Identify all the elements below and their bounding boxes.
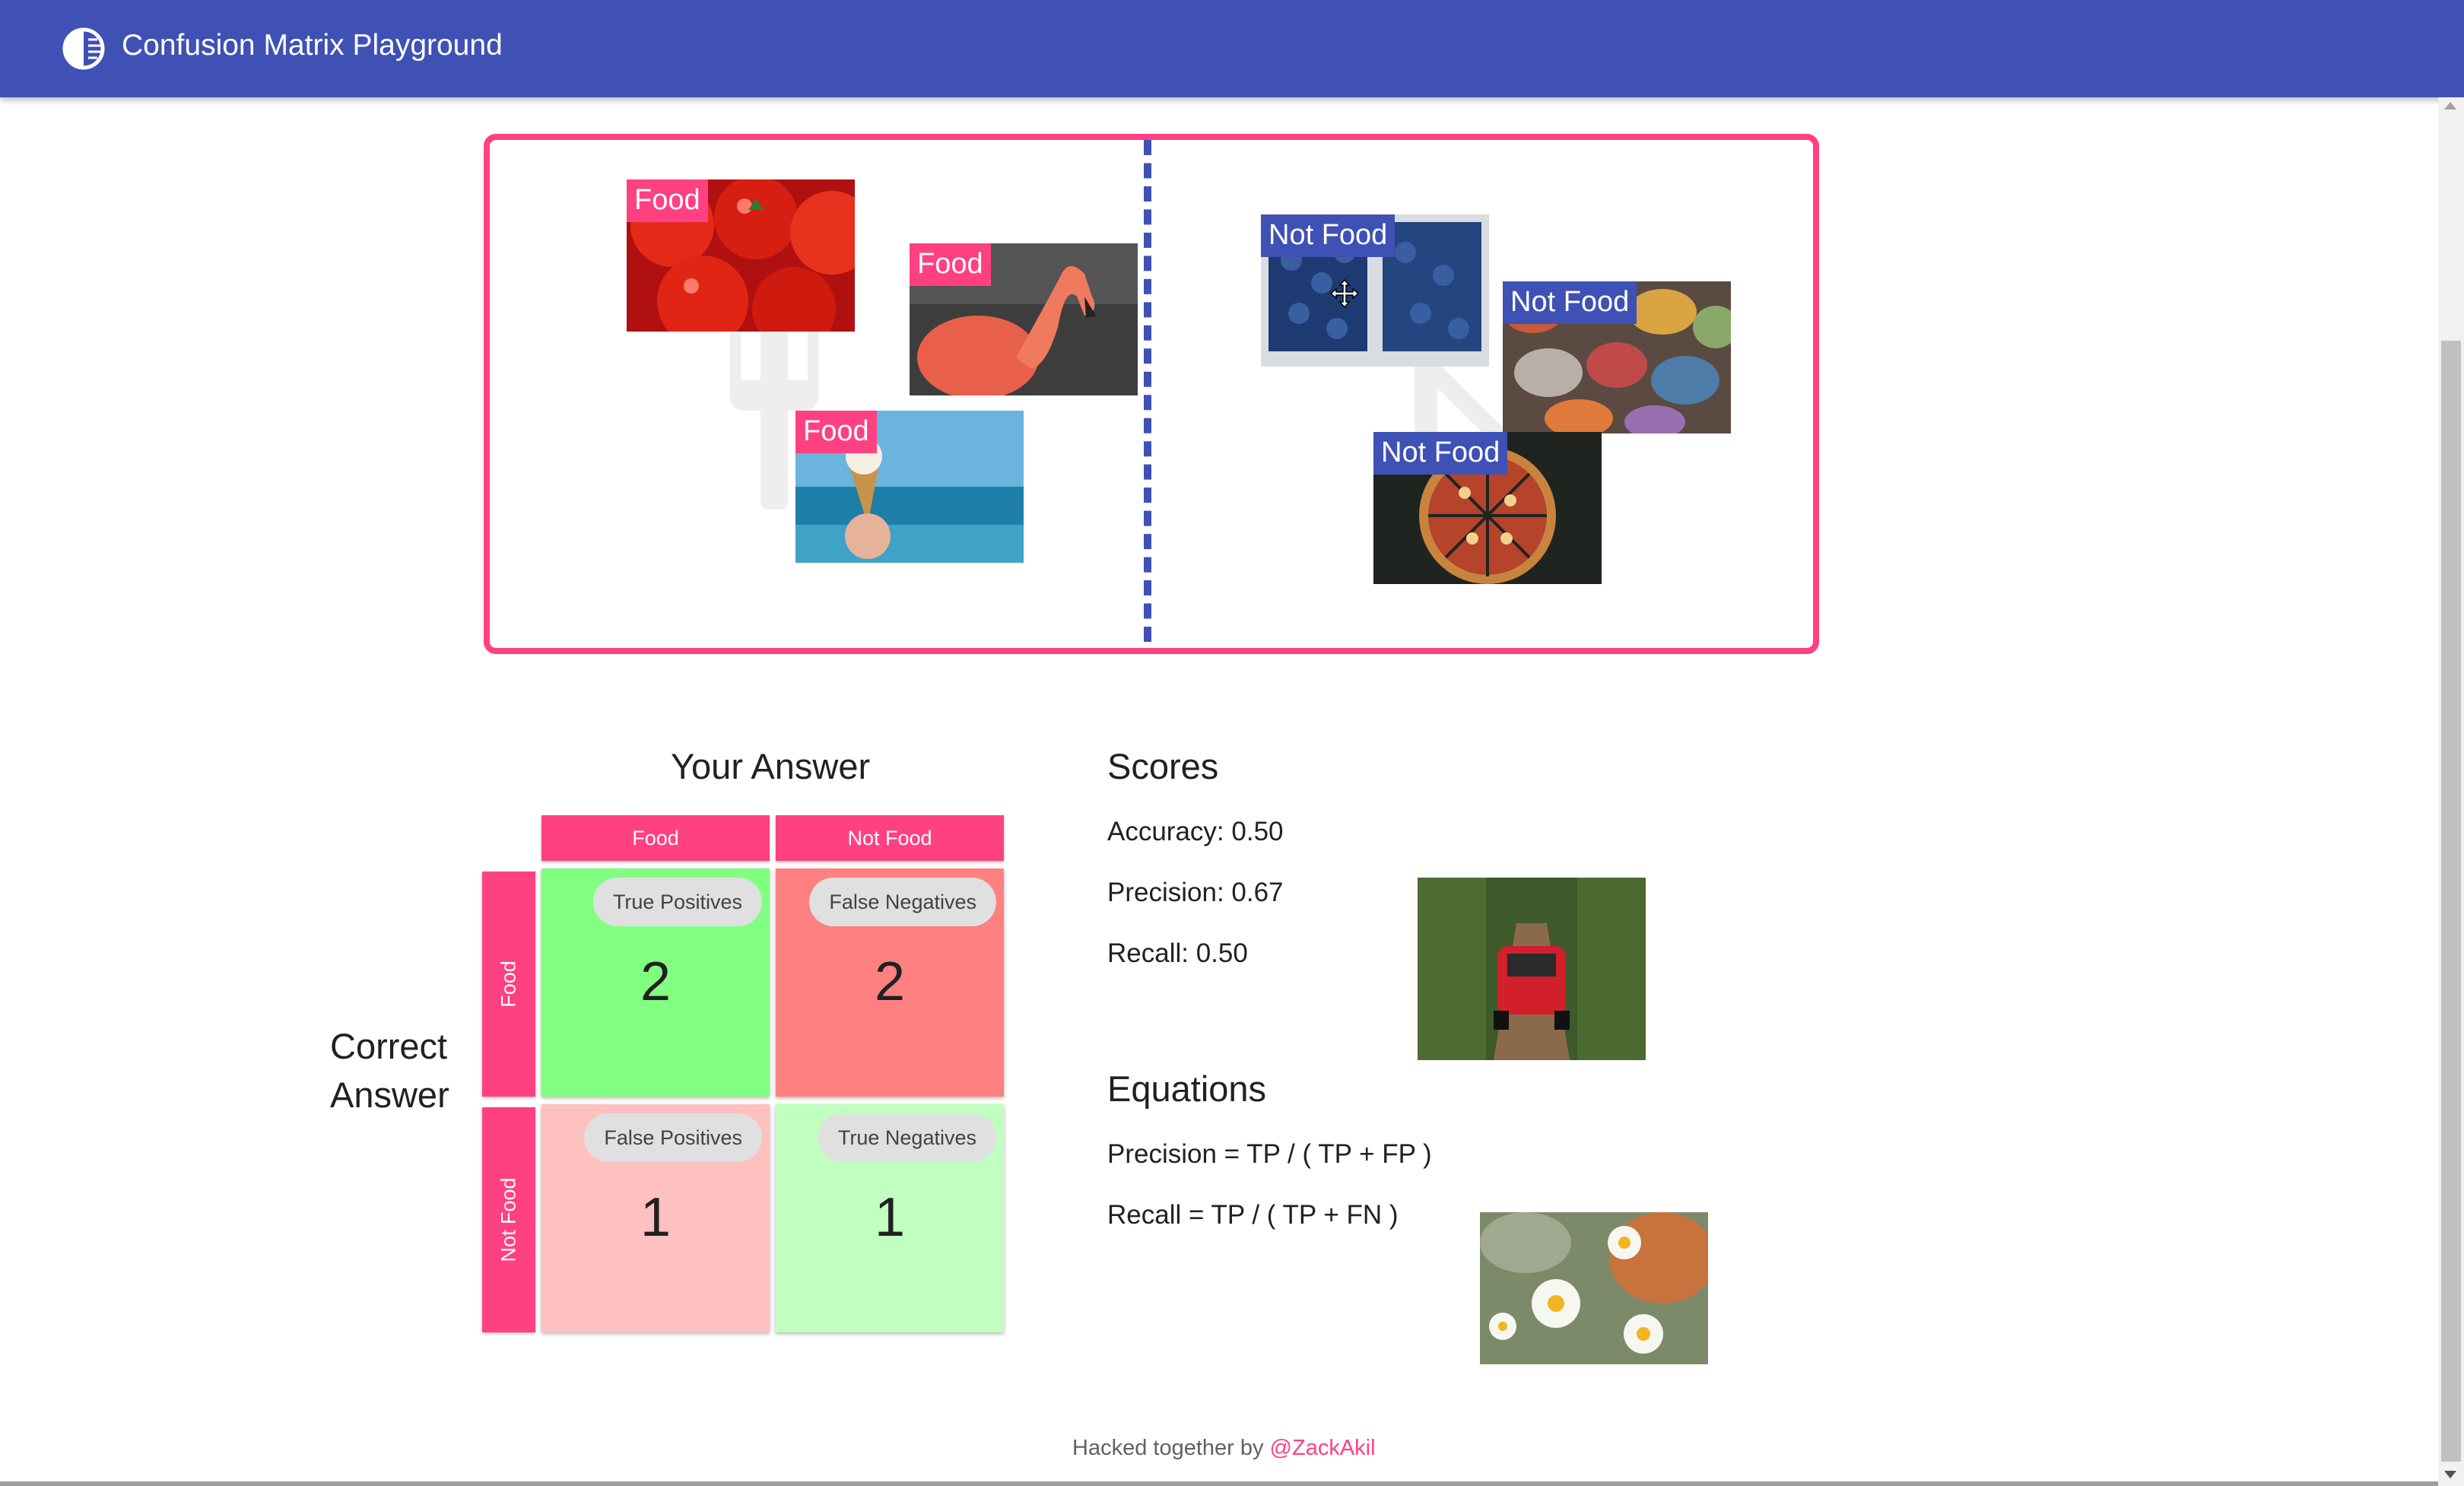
accuracy-score: Accuracy: 0.50 [1107, 817, 1284, 846]
recall-score: Recall: 0.50 [1107, 938, 1248, 968]
true-positives-value: 2 [640, 951, 672, 1012]
card-label: Not Food [1373, 432, 1508, 475]
author-link[interactable]: @ZackAkil [1270, 1436, 1376, 1460]
red-car-image [1418, 878, 1646, 1060]
image-card-blueberries[interactable]: Not Food [1261, 214, 1489, 367]
scrollbar-thumb[interactable] [2441, 341, 2461, 1462]
column-header-food: Food [541, 815, 770, 861]
row-header-not-food: Not Food [482, 1107, 535, 1332]
daisies-image [1480, 1212, 1708, 1364]
equations-title: Equations [1107, 1068, 1267, 1109]
scores-title: Scores [1107, 746, 1219, 786]
move-cursor-icon [1329, 278, 1360, 309]
precision-score: Precision: 0.67 [1107, 878, 1284, 907]
correct-answer-text: Correct Answer [330, 1026, 449, 1115]
image-card-tomatoes[interactable]: Food [627, 179, 855, 332]
column-header-not-food: Not Food [776, 815, 1004, 861]
false-positives-chip: False Positives [584, 1113, 762, 1162]
scroll-up-arrow-icon[interactable] [2444, 102, 2456, 110]
card-label: Food [627, 179, 708, 222]
true-negatives-chip: True Negatives [818, 1113, 996, 1162]
correct-answer-title: Correct Answer [330, 1022, 467, 1119]
your-answer-title: Your Answer [671, 746, 871, 786]
cell-true-positives: True Positives 2 [541, 868, 770, 1097]
card-label: Not Food [1503, 281, 1637, 324]
true-negatives-value: 1 [874, 1187, 906, 1248]
row-header-label: Food [497, 961, 520, 1008]
false-negatives-value: 2 [874, 951, 906, 1012]
recall-equation: Recall = TP / ( TP + FN ) [1107, 1200, 1399, 1230]
footer: Hacked together by @ZackAkil [1072, 1436, 1376, 1461]
cell-false-positives: False Positives 1 [541, 1104, 770, 1332]
category-divider [1144, 140, 1151, 642]
cell-true-negatives: True Negatives 1 [776, 1104, 1004, 1332]
footer-prefix: Hacked together by [1072, 1436, 1270, 1460]
image-card-red-car[interactable] [1418, 878, 1646, 1060]
cell-false-negatives: False Negatives 2 [776, 868, 1004, 1097]
app-bar: Confusion Matrix Playground [0, 0, 2464, 97]
card-label: Food [910, 243, 991, 286]
image-card-daisies[interactable] [1480, 1212, 1708, 1364]
app-title: Confusion Matrix Playground [122, 29, 503, 62]
window-bottom-edge [0, 1481, 2438, 1486]
row-header-label: Not Food [497, 1177, 520, 1262]
card-label: Not Food [1261, 214, 1396, 257]
image-card-pizza[interactable]: Not Food [1373, 432, 1602, 584]
true-positives-chip: True Positives [592, 878, 762, 926]
row-header-food: Food [482, 872, 535, 1097]
card-label: Food [795, 411, 877, 453]
false-negatives-chip: False Negatives [809, 878, 996, 926]
scroll-down-arrow-icon[interactable] [2444, 1471, 2456, 1478]
image-card-pebbles[interactable]: Not Food [1503, 281, 1731, 433]
false-positives-value: 1 [640, 1187, 672, 1248]
precision-equation: Precision = TP / ( TP + FP ) [1107, 1139, 1432, 1169]
image-card-ice-cream[interactable]: Food [795, 411, 1024, 563]
image-card-flamingo[interactable]: Food [910, 243, 1138, 395]
contrast-icon [62, 27, 105, 70]
